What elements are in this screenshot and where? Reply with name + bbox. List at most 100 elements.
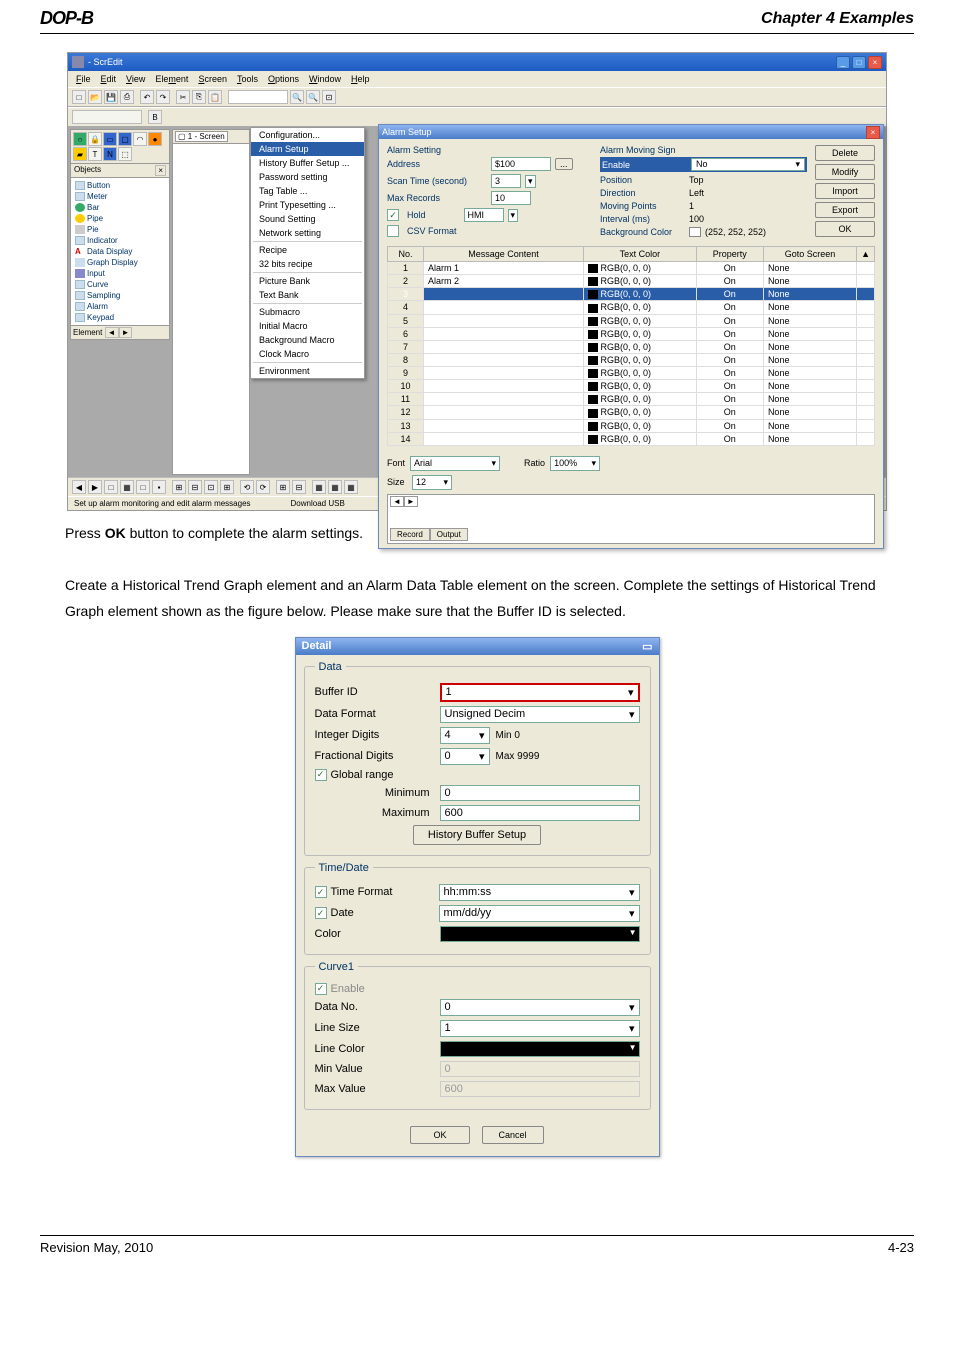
modify-button[interactable]: Modify [815, 164, 875, 180]
table-row[interactable]: 3 RGB(0, 0, 0)OnNone [388, 288, 875, 301]
data-format-select[interactable]: Unsigned Decim▾ [440, 706, 640, 723]
menu-help[interactable]: Help [347, 73, 374, 85]
menu-edit[interactable]: Edit [97, 73, 121, 85]
ratio-select[interactable]: 100% ▾ [550, 456, 600, 471]
obj-sampling[interactable]: Sampling [73, 290, 167, 301]
tb-zoom-in[interactable]: 🔍 [290, 90, 304, 104]
max-input[interactable]: 10 [491, 191, 531, 205]
minimize-button[interactable]: _ [836, 56, 850, 69]
ok-button[interactable]: OK [815, 221, 875, 237]
palette-btn10[interactable]: ⬚ [118, 147, 132, 161]
tb-save[interactable]: 💾 [104, 90, 118, 104]
date-select[interactable]: mm/dd/yy▾ [439, 905, 640, 922]
tb-redo[interactable]: ↷ [156, 90, 170, 104]
time-format-select[interactable]: hh:mm:ss▾ [439, 884, 640, 901]
opt-initial-macro[interactable]: Initial Macro [251, 319, 364, 333]
color-picker[interactable] [440, 926, 640, 942]
bt-4[interactable]: ▦ [120, 480, 134, 494]
global-range-checkbox[interactable]: ✓ [315, 769, 327, 781]
palette-rect[interactable]: ▭ [103, 132, 117, 146]
bt-5[interactable]: □ [136, 480, 150, 494]
bt-9[interactable]: ⊡ [204, 480, 218, 494]
opt-print[interactable]: Print Typesetting ... [251, 198, 364, 212]
table-row[interactable]: 6 RGB(0, 0, 0)OnNone [388, 327, 875, 340]
detail-cancel-button[interactable]: Cancel [482, 1126, 544, 1144]
bt-10[interactable]: ⊞ [220, 480, 234, 494]
obj-graphdisplay[interactable]: Graph Display [73, 257, 167, 268]
table-row[interactable]: 5 RGB(0, 0, 0)OnNone [388, 314, 875, 327]
tb-zoom-combo[interactable] [228, 90, 288, 104]
bt-3[interactable]: □ [104, 480, 118, 494]
menu-screen[interactable]: Screen [194, 73, 231, 85]
bt-6[interactable]: ▪ [152, 480, 166, 494]
obj-alarm[interactable]: Alarm [73, 301, 167, 312]
opt-history-buffer[interactable]: History Buffer Setup ... [251, 156, 364, 170]
bt-7[interactable]: ⊞ [172, 480, 186, 494]
palette-poly[interactable]: ▰ [73, 147, 87, 161]
enable-checkbox[interactable]: ✓ [315, 983, 327, 995]
obj-keypad[interactable]: Keypad [73, 312, 167, 323]
import-button[interactable]: Import [815, 183, 875, 199]
bt-11[interactable]: ⟲ [240, 480, 254, 494]
enable-value[interactable]: No ▾ [691, 158, 805, 171]
table-row[interactable]: 12 RGB(0, 0, 0)OnNone [388, 406, 875, 419]
tb-open[interactable]: 📂 [88, 90, 102, 104]
maximize-button[interactable]: □ [852, 56, 866, 69]
date-checkbox[interactable]: ✓ [315, 907, 327, 919]
menu-window[interactable]: Window [305, 73, 345, 85]
opt-configuration[interactable]: Configuration... [251, 128, 364, 142]
opt-network[interactable]: Network setting [251, 226, 364, 240]
opt-32bit-recipe[interactable]: 32 bits recipe [251, 257, 364, 271]
tab-record[interactable]: Record [390, 528, 430, 541]
palette-arc[interactable]: ◠ [133, 132, 147, 146]
opt-sound[interactable]: Sound Setting [251, 212, 364, 226]
bt-16[interactable]: ▦ [328, 480, 342, 494]
opt-clock-macro[interactable]: Clock Macro [251, 347, 364, 361]
palette-circle[interactable]: ○ [73, 132, 87, 146]
bt-2[interactable]: ▶ [88, 480, 102, 494]
close-button[interactable]: × [868, 56, 882, 69]
csv-checkbox[interactable] [387, 225, 399, 237]
obj-datadisplay[interactable]: A Data Display [73, 246, 167, 257]
line-size-select[interactable]: 1▾ [440, 1020, 640, 1037]
fractional-digits-select[interactable]: 0▾ [440, 748, 490, 765]
objects-close[interactable]: × [155, 165, 166, 176]
tb-undo[interactable]: ↶ [140, 90, 154, 104]
time-format-checkbox[interactable]: ✓ [315, 886, 327, 898]
opt-alarm-setup[interactable]: Alarm Setup [251, 142, 364, 156]
history-buffer-setup-button[interactable]: History Buffer Setup [413, 825, 541, 845]
table-row[interactable]: 11 RGB(0, 0, 0)OnNone [388, 393, 875, 406]
dlg-close-button[interactable]: × [866, 126, 880, 139]
address-browse[interactable]: ... [555, 158, 573, 170]
table-row[interactable]: 13 RGB(0, 0, 0)OnNone [388, 419, 875, 432]
palette-ellipse[interactable]: ● [148, 132, 162, 146]
obj-pie[interactable]: Pie [73, 224, 167, 235]
palette-lock[interactable]: 🔒 [88, 132, 102, 146]
hold-select[interactable]: HMI [464, 208, 504, 222]
menu-view[interactable]: View [122, 73, 149, 85]
integer-digits-select[interactable]: 4▾ [440, 727, 490, 744]
bt-13[interactable]: ⊞ [276, 480, 290, 494]
tb-lang[interactable] [72, 110, 142, 124]
bt-15[interactable]: ▦ [312, 480, 326, 494]
bt-8[interactable]: ⊟ [188, 480, 202, 494]
tb-zoom-out[interactable]: 🔍 [306, 90, 320, 104]
table-row[interactable]: 2Alarm 2 RGB(0, 0, 0)OnNone [388, 275, 875, 288]
opt-text-bank[interactable]: Text Bank [251, 288, 364, 302]
opt-tag-table[interactable]: Tag Table ... [251, 184, 364, 198]
delete-button[interactable]: Delete [815, 145, 875, 161]
buffer-id-select[interactable]: 1▾ [440, 683, 640, 702]
data-no-select[interactable]: 0▾ [440, 999, 640, 1016]
table-row[interactable]: 1Alarm 1 RGB(0, 0, 0)OnNone [388, 262, 875, 275]
export-button[interactable]: Export [815, 202, 875, 218]
tb-cut[interactable]: ✂ [176, 90, 190, 104]
bt-12[interactable]: ⟳ [256, 480, 270, 494]
tab-output[interactable]: Output [430, 528, 468, 541]
screen-tab[interactable]: ▢ 1 - Screen [175, 131, 228, 142]
menu-tools[interactable]: Tools [233, 73, 262, 85]
obj-indicator[interactable]: Indicator [73, 235, 167, 246]
hold-checkbox[interactable]: ✓ [387, 209, 399, 221]
opt-background-macro[interactable]: Background Macro [251, 333, 364, 347]
obj-input[interactable]: Input [73, 268, 167, 279]
bt-14[interactable]: ⊟ [292, 480, 306, 494]
